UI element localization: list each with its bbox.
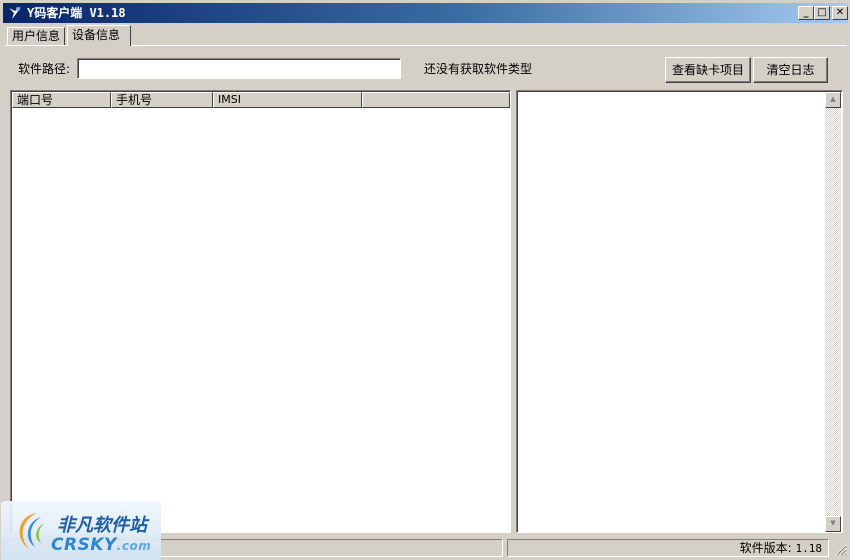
software-type-status: 还没有获取软件类型 [424,62,533,76]
view-missing-cards-button[interactable]: 查看缺卡项目 [665,57,751,83]
port-list[interactable]: 端口号 手机号 IMSI [10,90,511,533]
watermark-en: CRSKY.com [51,535,152,555]
watermark-cn: 非凡软件站 [57,515,147,536]
app-icon [9,7,21,19]
watermark: 非凡软件站 CRSKY.com [1,501,161,560]
clear-log-button[interactable]: 清空日志 [753,57,828,83]
close-button[interactable]: ✕ [832,6,848,20]
column-header-port[interactable]: 端口号 [12,92,111,108]
maximize-button[interactable]: □ [814,6,830,20]
tab-device-info[interactable]: 设备信息 [67,25,131,46]
log-scrollbar[interactable]: ▲ ▼ [825,92,841,532]
column-header-imsi[interactable]: IMSI [213,92,362,108]
log-panel[interactable]: ▲ ▼ [516,90,843,533]
title-bar[interactable]: Y码客户端 V1.18 _ □ ✕ [3,3,848,23]
window-title: Y码客户端 V1.18 [27,6,126,20]
tab-panel-border [5,45,847,46]
version-value: 1.18 [795,542,823,555]
path-label: 软件路径: [18,62,71,76]
minimize-button[interactable]: _ [798,6,814,20]
app-window: Y码客户端 V1.18 _ □ ✕ 用户信息 设备信息 软件路径: 还没有获取软… [0,0,850,560]
arrow-down-icon[interactable]: ▼ [825,516,841,532]
column-header-empty[interactable] [362,92,510,108]
path-input[interactable] [77,58,401,79]
status-pane-version: 软件版本: 1.18 [507,539,829,557]
arrow-up-icon[interactable]: ▲ [825,92,841,108]
version-label: 软件版本: [739,541,792,555]
crsky-logo [19,513,45,549]
tab-user-info[interactable]: 用户信息 [7,27,65,45]
column-header-phone[interactable]: 手机号 [111,92,213,108]
port-list-header: 端口号 手机号 IMSI [12,92,510,108]
resize-grip-icon[interactable] [833,542,847,556]
